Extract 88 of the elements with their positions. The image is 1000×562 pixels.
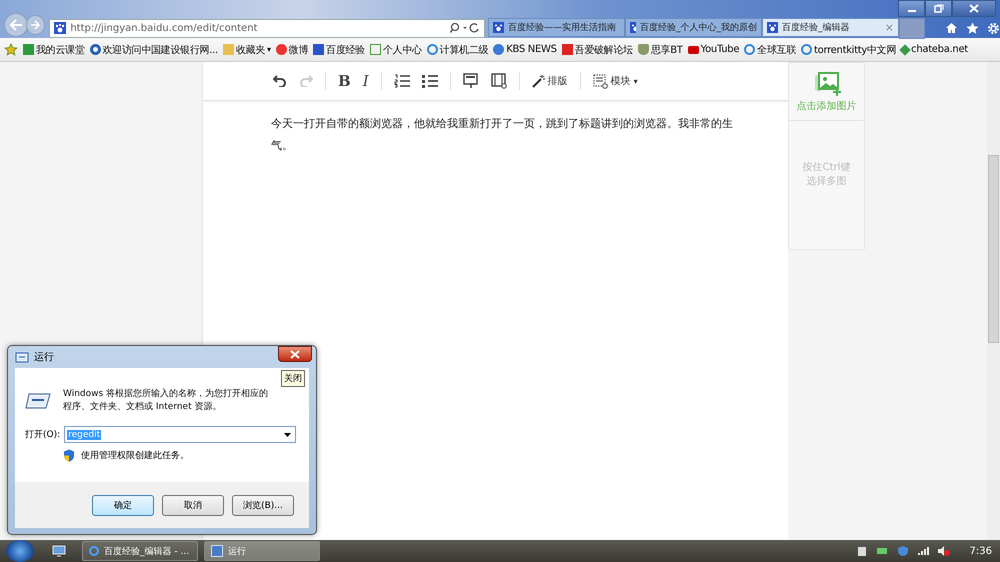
- bookmark-link[interactable]: 思享BT: [638, 42, 683, 56]
- close-button[interactable]: [278, 346, 312, 362]
- restore-icon: [934, 4, 944, 13]
- back-button[interactable]: [4, 13, 28, 37]
- module-icon: [592, 74, 608, 88]
- module-dropdown[interactable]: 模块 ▾: [592, 74, 638, 88]
- bold-button[interactable]: B: [338, 72, 351, 90]
- magic-wand-icon: [532, 74, 545, 88]
- bookmark-link[interactable]: 收藏夹 ▾: [222, 42, 271, 56]
- muted-speaker-icon[interactable]: [936, 545, 950, 557]
- run-icon: [15, 352, 29, 362]
- dialog-button[interactable]: 取消: [162, 494, 224, 516]
- close-tooltip: 关闭: [281, 370, 305, 387]
- bookmark-icon: [493, 44, 504, 55]
- undo-icon[interactable]: [273, 75, 287, 87]
- bookmark-icon: [90, 44, 101, 55]
- start-button[interactable]: [6, 540, 34, 562]
- paw-icon: [767, 22, 778, 33]
- taskbar-item[interactable]: 运行: [204, 541, 320, 561]
- browser-tab[interactable]: 百度经验——实用生活指南: [488, 18, 625, 37]
- admin-note: 使用管理权限创建此任务。: [81, 450, 189, 462]
- app-icon: [211, 545, 223, 557]
- dialog-button[interactable]: 确定: [92, 494, 154, 516]
- app-icon: [89, 546, 99, 556]
- bookmark-icon: [638, 44, 649, 55]
- browser-tab[interactable]: 百度经验_编辑器 ×: [762, 18, 899, 37]
- bookmark-icon: [899, 44, 911, 56]
- multi-select-hint: 按住Ctrl键 选择多图: [802, 161, 852, 189]
- minimize-button[interactable]: [898, 0, 925, 17]
- bookmark-link[interactable]: chateba.net: [901, 44, 968, 55]
- bookmark-icon: [23, 44, 34, 55]
- bookmark-icon: [370, 44, 381, 55]
- insert-image-icon[interactable]: [462, 73, 479, 89]
- monitor-icon[interactable]: [52, 545, 66, 557]
- clock: 7:36: [970, 546, 992, 556]
- bookmark-icon: [426, 44, 438, 55]
- dialog-button[interactable]: 浏览(B)...: [232, 494, 294, 516]
- bookmark-link[interactable]: 个人中心: [370, 42, 422, 56]
- format-button[interactable]: 排版: [532, 74, 568, 88]
- bookmark-icon: [688, 46, 699, 54]
- bookmark-link[interactable]: 计算机二级: [426, 42, 488, 56]
- paw-icon: [493, 22, 504, 33]
- close-icon: [290, 350, 300, 358]
- bookmark-link[interactable]: KBS NEWS: [493, 44, 557, 55]
- bullet-list-icon[interactable]: [422, 74, 438, 88]
- taskbar-item[interactable]: 百度经验_编辑器 - ...: [82, 541, 198, 561]
- forward-button[interactable]: [26, 15, 46, 35]
- bookmark-icon: [801, 44, 812, 55]
- close-button[interactable]: [952, 0, 996, 17]
- bookmark-link[interactable]: 欢迎访问中国建设银行网...: [90, 42, 218, 56]
- bookmark-link[interactable]: 全球互联: [744, 42, 796, 56]
- bookmark-link[interactable]: 百度经验: [313, 42, 365, 56]
- back-arrow-icon: [8, 19, 23, 31]
- bookmark-icon: [222, 44, 234, 55]
- address-field[interactable]: http://jingyan.baidu.com/edit/content: [49, 18, 485, 38]
- shield-icon: [63, 449, 75, 462]
- star-icon[interactable]: [4, 43, 18, 56]
- shield-icon[interactable]: [896, 545, 909, 557]
- dropdown-arrow-icon: [284, 432, 292, 436]
- italic-button[interactable]: I: [362, 72, 369, 90]
- signal-icon[interactable]: [916, 546, 929, 556]
- run-icon: [25, 392, 51, 410]
- bookmark-icon: [562, 44, 573, 55]
- dialog-description: Windows 将根据您所输入的名称，为您打开相应的程序、文件夹、文档或 Internet 资源。: [63, 388, 270, 414]
- forward-arrow-icon: [30, 20, 40, 30]
- paw-icon: [630, 22, 636, 33]
- star-icon[interactable]: [966, 22, 979, 34]
- scrollbar[interactable]: [987, 62, 1000, 540]
- bookmark-link[interactable]: 我的云课堂: [23, 42, 85, 56]
- bookmark-link[interactable]: YouTube: [688, 44, 740, 55]
- open-label: 打开(O):: [25, 428, 60, 441]
- bookmark-link[interactable]: torrentkitty中文网: [801, 42, 896, 56]
- restore-button[interactable]: [925, 0, 952, 17]
- dialog-title: 运行: [34, 350, 54, 364]
- bookmark-link[interactable]: 微博: [276, 42, 308, 56]
- bookmark-link[interactable]: 吾爱破解论坛: [562, 42, 633, 56]
- numbered-list-icon[interactable]: [394, 74, 410, 88]
- settings-icon[interactable]: [987, 22, 1000, 34]
- paw-icon: [54, 22, 66, 34]
- browser-tab[interactable]: 百度经验_个人中心_我的原创: [625, 18, 762, 37]
- bookmark-icon: [744, 44, 756, 55]
- home-icon[interactable]: [945, 22, 958, 34]
- insert-video-icon[interactable]: [490, 73, 507, 89]
- article-paragraph: 今天一打开自带的额浏览器，他就给我重新打开了一页，跳到了标题讲到的浏览器。我非常的生气。: [271, 116, 733, 154]
- search-icon[interactable]: [450, 22, 480, 34]
- bookmark-icon: [313, 44, 324, 55]
- close-icon: [969, 4, 979, 13]
- bookmark-icon: [276, 44, 287, 55]
